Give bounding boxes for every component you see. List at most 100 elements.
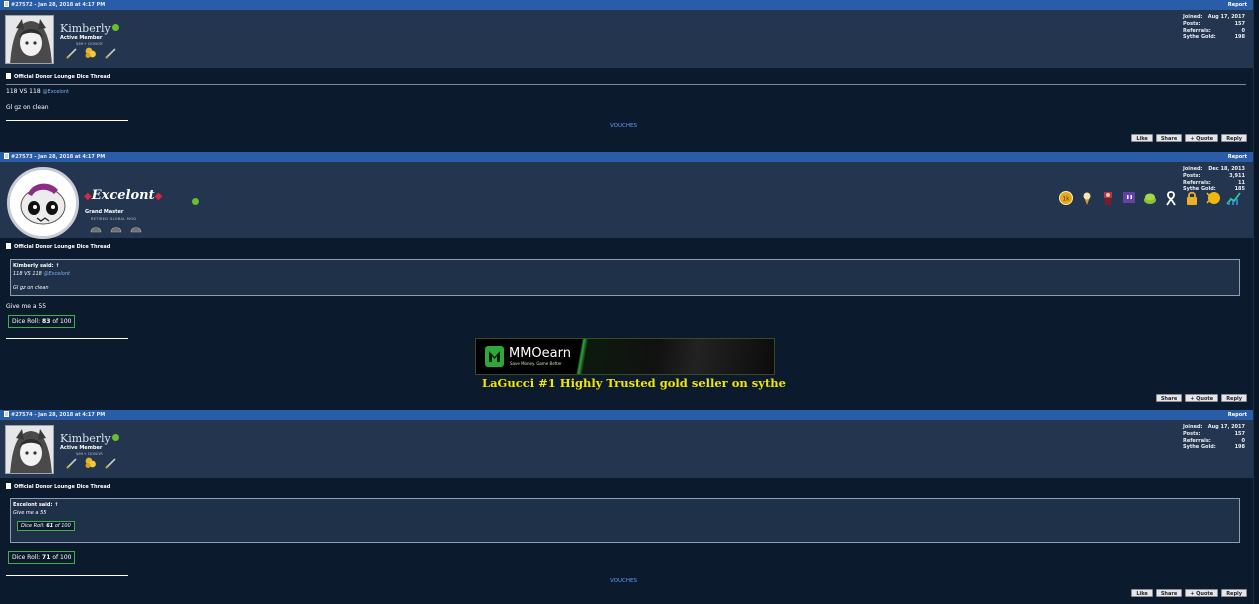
like-button[interactable]: Like — [1131, 589, 1153, 597]
quote-button[interactable]: + Quote — [1185, 589, 1219, 597]
post-message-line: Gl gz on clean — [6, 104, 49, 111]
share-button[interactable]: Share — [1155, 394, 1183, 402]
post-permalink[interactable]: #27572 - Jan 28, 2018 at 4:17 PM — [4, 0, 105, 10]
reply-button[interactable]: Reply — [1221, 589, 1247, 597]
dice-roll-label: Dice Roll: — [21, 523, 45, 529]
stat-value: 198 — [1234, 444, 1245, 451]
avatar-image — [10, 170, 76, 236]
ad-graphic — [576, 339, 774, 374]
thread-title[interactable]: Official Donor Lounge Dice Thread — [6, 243, 110, 250]
quote-block: Excelont said: ↑ Give me a 55 Dice Roll:… — [10, 498, 1240, 543]
like-button[interactable]: Like — [1131, 134, 1153, 142]
share-button[interactable]: Share — [1155, 589, 1183, 597]
stat-label: Joined: — [1183, 166, 1203, 172]
thread-title[interactable]: Official Donor Lounge Dice Thread — [6, 483, 110, 490]
quote-jump-icon[interactable]: ↑ — [55, 263, 59, 269]
dice-icon: ◆ — [154, 191, 163, 202]
post-actions: Like Share + Quote Reply — [1131, 589, 1247, 597]
user-title: Grand Master — [85, 209, 124, 215]
padlock-icon — [1187, 191, 1197, 205]
reply-button[interactable]: Reply — [1221, 394, 1247, 402]
sword-award-icon — [66, 458, 77, 469]
avatar[interactable] — [5, 425, 54, 474]
stat-label: Posts: — [1183, 430, 1201, 437]
svg-text:1k: 1k — [1062, 196, 1070, 203]
post-header-bar: #27574 - Jan 28, 2018 at 4:17 PM Report — [0, 410, 1253, 420]
username[interactable]: Kimberly — [60, 22, 111, 35]
thread-title-text: Official Donor Lounge Dice Thread — [14, 74, 111, 80]
awareness-ribbon-icon — [1166, 191, 1176, 206]
quote-block: Kimberly said: ↑ 118 VS 118 @Excelont Gl… — [10, 259, 1240, 296]
report-link[interactable]: Report — [1228, 410, 1247, 420]
user-badges: 1k — [1058, 190, 1242, 206]
dice-roll-max: of 100 — [52, 318, 72, 325]
stat-value: 157 — [1234, 20, 1245, 27]
dice-roll-label: Dice Roll: — [12, 318, 41, 325]
quote-button[interactable]: + Quote — [1185, 134, 1219, 142]
vouches-link[interactable]: VOUCHES — [610, 578, 637, 584]
stat-label: Posts: — [1183, 20, 1201, 27]
stat-value: 157 — [1234, 430, 1245, 437]
gold-coins-award-icon — [85, 47, 96, 58]
thread-icon — [6, 73, 11, 79]
post-actions: Like Share + Quote Reply — [1131, 134, 1247, 142]
reply-button[interactable]: Reply — [1221, 134, 1247, 142]
post-icon — [4, 1, 9, 7]
user-stats: Joined: Aug 17, 2017 Posts: 157 Referrals:… — [1183, 424, 1245, 451]
user-title: Active Member — [60, 35, 103, 41]
stat-value: Aug 17, 2017 — [1207, 424, 1245, 430]
cash-stack-icon — [1144, 193, 1156, 204]
ad-caption[interactable]: LaGucci #1 Highly Trusted gold seller on… — [482, 376, 786, 390]
thread-title[interactable]: Official Donor Lounge Dice Thread — [6, 73, 110, 80]
user-subtitle: RETIRED GLOBAL MOD — [91, 217, 137, 221]
dice-roll-box: Dice Roll: 71 of 100 — [8, 551, 76, 564]
quote-line: 118 VS 118 @Excelont — [13, 271, 70, 277]
stat-value: 3,911 — [1229, 172, 1245, 179]
helmet-award-icon — [110, 227, 122, 233]
post-icon — [4, 411, 9, 417]
quote-text: 118 VS 118 — [13, 271, 42, 277]
thread-icon — [6, 483, 11, 489]
share-button[interactable]: Share — [1155, 134, 1183, 142]
ad-banner[interactable]: MMOearn Save Money. Game Better — [475, 338, 775, 375]
post-permalink[interactable]: #27574 - Jan 28, 2018 at 4:17 PM — [4, 410, 105, 420]
user-info-bar: Kimberly Active Member $69+ DONOR Joined… — [0, 420, 1253, 478]
stat-label: Posts: — [1183, 172, 1201, 179]
quote-author-text: Kimberly said: — [13, 263, 54, 269]
post-permalink[interactable]: #27573 - Jan 28, 2018 at 4:17 PM — [4, 152, 105, 162]
username[interactable]: ◆Excelont◆ — [84, 188, 162, 203]
user-stats: Joined: Aug 17, 2017 Posts: 157 Referrals:… — [1183, 14, 1245, 41]
report-link[interactable]: Report — [1228, 152, 1247, 162]
avatar[interactable] — [5, 15, 54, 64]
user-mention-link[interactable]: @Excelont — [43, 89, 69, 95]
helmet-award-icon — [90, 227, 102, 233]
page-scrollbar[interactable] — [1253, 0, 1259, 604]
user-mention-link[interactable]: @Excelont — [43, 271, 70, 277]
quote-jump-icon[interactable]: ↑ — [54, 502, 58, 508]
stat-value: 198 — [1234, 34, 1245, 41]
post-message-line: 118 VS 118 @Excelont — [6, 88, 69, 95]
user-info-bar: Kimberly Active Member $69+ DONOR Joined… — [0, 10, 1253, 68]
quote-author-text: Excelont said: — [13, 502, 53, 508]
post-actions: Share + Quote Reply — [1155, 394, 1247, 402]
report-link[interactable]: Report — [1228, 0, 1247, 10]
message-text: 118 VS 118 — [6, 88, 41, 95]
quote-author[interactable]: Excelont said: ↑ — [13, 502, 58, 508]
quote-button[interactable]: + Quote — [1185, 394, 1219, 402]
username[interactable]: Kimberly — [60, 432, 111, 445]
post-header-bar: #27573 - Jan 28, 2018 at 4:17 PM Report — [0, 152, 1253, 162]
avatar-image — [6, 426, 53, 473]
gold-medal-icon: 1k — [1059, 191, 1073, 205]
post: #27574 - Jan 28, 2018 at 4:17 PM Report … — [0, 410, 1253, 604]
avatar[interactable] — [7, 167, 79, 239]
dice-icon: ◆ — [84, 191, 92, 202]
stat-value: 0 — [1241, 27, 1245, 34]
quote-line: Gl gz on clean — [13, 285, 49, 291]
sword-award-icon — [66, 48, 77, 59]
online-status-icon — [192, 198, 199, 205]
stat-value: 11 — [1238, 179, 1245, 186]
post-header-bar: #27572 - Jan 28, 2018 at 4:17 PM Report — [0, 0, 1253, 10]
quote-author[interactable]: Kimberly said: ↑ — [13, 263, 60, 269]
vouches-link[interactable]: VOUCHES — [610, 123, 637, 129]
sword-award-icon — [105, 458, 116, 469]
